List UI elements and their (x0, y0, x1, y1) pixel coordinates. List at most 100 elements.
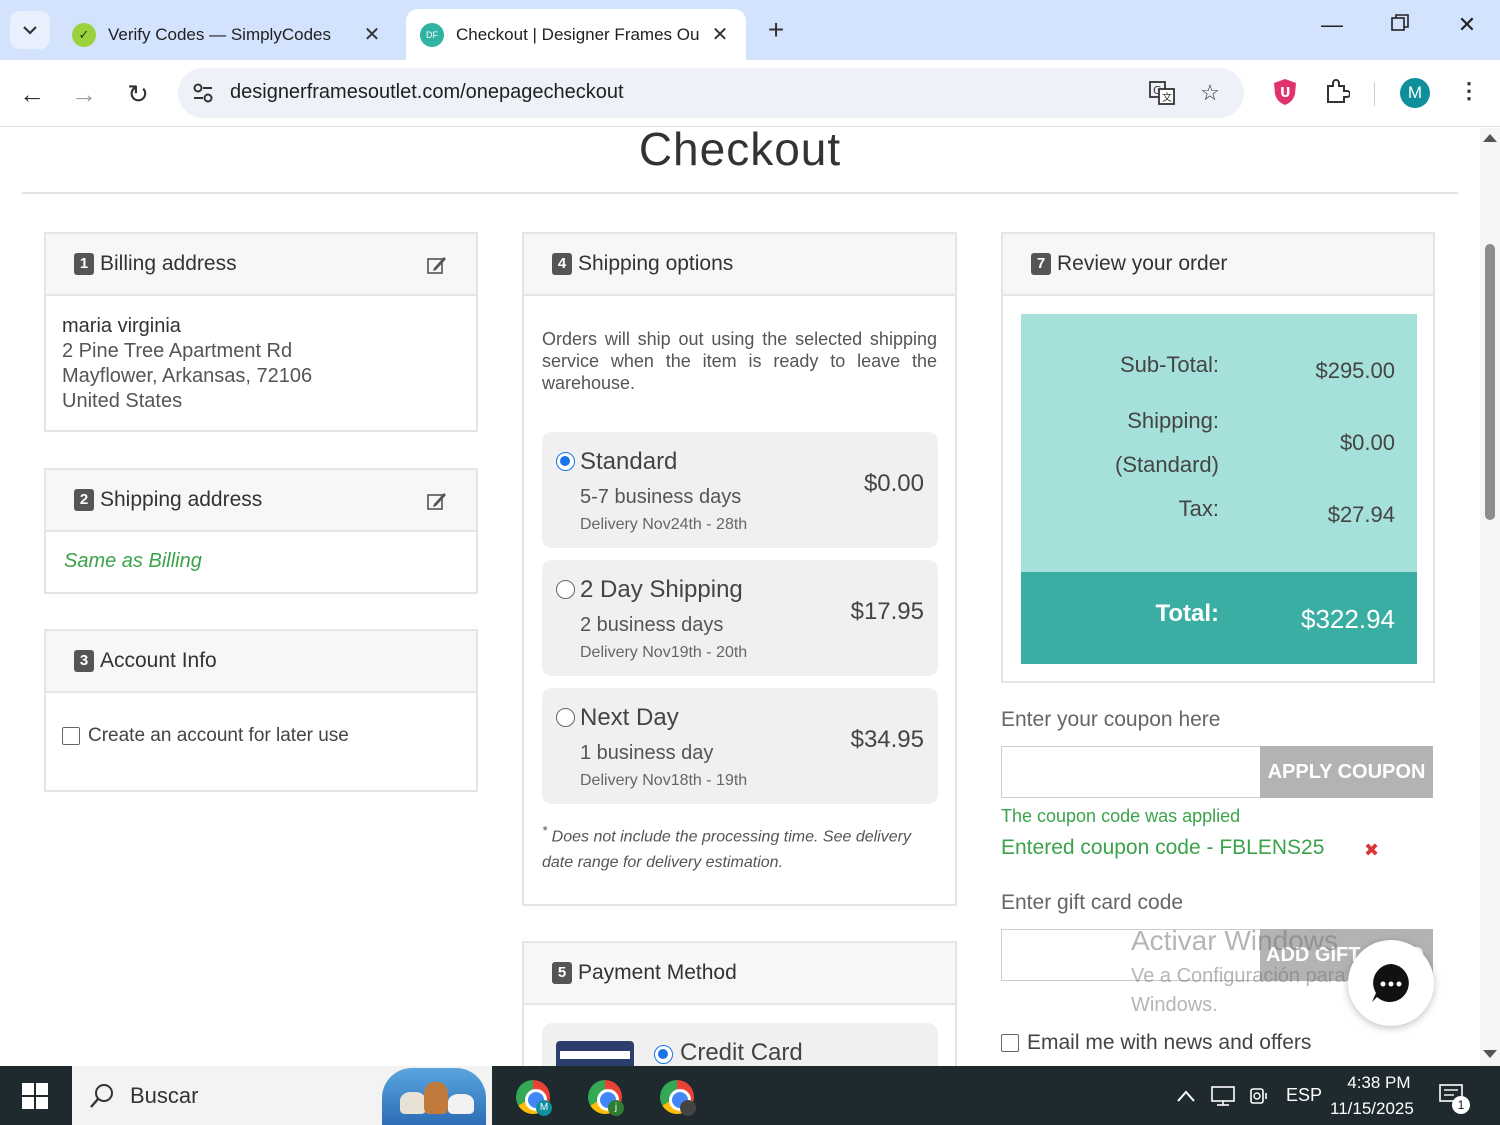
address-line-2: Mayflower, Arkansas, 72106 (62, 365, 313, 387)
panel-header: 4 Shipping options (524, 234, 955, 296)
shipping-option-standard[interactable]: Standard 5-7 business days Delivery Nov2… (542, 432, 938, 548)
shipping-radio[interactable] (556, 580, 575, 599)
panel-heading: Shipping options (578, 252, 734, 275)
back-arrow-icon[interactable]: ← (14, 76, 50, 112)
panel-header: 5 Payment Method (524, 943, 955, 1005)
footnote-star: * (542, 823, 548, 838)
profile-avatar[interactable]: M (1400, 78, 1430, 108)
scroll-up-arrow-icon[interactable] (1483, 134, 1497, 142)
option-delivery: Delivery Nov19th - 20th (580, 644, 748, 661)
url-text[interactable]: designerframesoutlet.com/onepagecheckout (230, 81, 624, 104)
panel-header: 2 Shipping address (46, 470, 476, 532)
taskbar-clock[interactable]: 4:38 PM 11/15/2025 (1330, 1066, 1414, 1125)
svg-text:U: U (1280, 86, 1291, 101)
edit-icon[interactable] (426, 254, 448, 276)
payment-option-credit-card[interactable]: Credit Card (542, 1023, 938, 1066)
tab-verify-codes[interactable]: ✓ Verify Codes — SimplyCodes ✕ (58, 9, 398, 60)
newsletter-row[interactable]: Email me with news and offers (1001, 1031, 1311, 1055)
notifications-icon[interactable]: 1 (1438, 1066, 1470, 1125)
close-tab-icon[interactable]: ✕ (708, 22, 732, 47)
panel-header: 3 Account Info (46, 631, 476, 693)
taskbar-chrome-profile-j[interactable]: j (574, 1072, 636, 1122)
minimize-icon[interactable]: — (1312, 12, 1352, 38)
chat-widget-button[interactable] (1348, 940, 1434, 1026)
total-value: $322.94 (1301, 604, 1395, 634)
close-window-icon[interactable]: ✕ (1447, 12, 1487, 38)
option-delivery: Delivery Nov24th - 28th (580, 516, 748, 533)
newsletter-label[interactable]: Email me with news and offers (1027, 1031, 1311, 1055)
step-number: 1 (74, 253, 94, 275)
browser-toolbar: ← → ↻ designerframesoutlet.com/onepagech… (0, 60, 1500, 127)
option-days: 2 business days (580, 614, 724, 636)
chrome-menu-icon[interactable]: ⋮ (1454, 78, 1484, 108)
scrollbar-thumb[interactable] (1485, 244, 1495, 520)
browser-tab-strip: ✓ Verify Codes — SimplyCodes ✕ DF Checko… (0, 0, 1500, 60)
tab-search-button[interactable] (10, 11, 50, 49)
windows-activation-title: Activar Windows (1131, 925, 1338, 956)
shipping-option-2-day[interactable]: 2 Day Shipping 2 business days Delivery … (542, 560, 938, 676)
site-info-icon[interactable] (190, 80, 216, 106)
payment-method-panel: 5 Payment Method Credit Card (522, 941, 957, 1066)
coupon-input[interactable] (1001, 746, 1263, 798)
edit-icon[interactable] (426, 490, 448, 512)
search-icon (90, 1083, 113, 1108)
shipping-option-next-day[interactable]: Next Day 1 business day Delivery Nov18th… (542, 688, 938, 804)
title-divider (22, 192, 1458, 194)
windows-logo-icon (22, 1082, 48, 1109)
input-language[interactable]: ESP (1286, 1066, 1322, 1125)
profile-badge: j (608, 1100, 624, 1116)
credit-card-icon (556, 1041, 634, 1066)
simplycodes-favicon-icon: ✓ (72, 22, 96, 47)
bookmark-star-icon[interactable]: ☆ (1196, 80, 1224, 108)
newsletter-checkbox[interactable] (1001, 1034, 1019, 1052)
option-price: $34.95 (850, 726, 924, 753)
profile-initial: M (1400, 78, 1430, 108)
network-icon[interactable] (1210, 1066, 1236, 1125)
customer-name: maria virginia (62, 315, 181, 337)
apply-coupon-button[interactable]: APPLY COUPON (1260, 746, 1433, 798)
coupon-applied-message: The coupon code was applied (1001, 806, 1241, 826)
forward-arrow-icon[interactable]: → (66, 76, 102, 112)
payment-option-label: Credit Card (680, 1039, 803, 1066)
extensions-puzzle-icon[interactable] (1322, 78, 1352, 108)
create-account-checkbox[interactable] (62, 727, 80, 745)
scroll-down-arrow-icon[interactable] (1483, 1050, 1497, 1058)
shipping-radio[interactable] (556, 452, 575, 471)
taskbar-chrome-profile-m[interactable]: M (502, 1072, 564, 1122)
panel-heading: Billing address (100, 252, 237, 275)
taskbar-search-box[interactable]: Buscar (72, 1066, 492, 1125)
tab-checkout[interactable]: DF Checkout | Designer Frames Ou ✕ (406, 9, 746, 60)
review-order-panel: 7 Review your order Sub-Total: $295.00 S… (1001, 232, 1435, 683)
new-tab-icon[interactable]: + (760, 14, 792, 46)
remove-coupon-icon[interactable]: ✖ (1364, 840, 1379, 861)
close-tab-icon[interactable]: ✕ (360, 22, 384, 47)
entered-coupon-text: Entered coupon code - FBLENS25 (1001, 836, 1325, 859)
show-hidden-icons-icon[interactable] (1176, 1066, 1196, 1125)
shipping-radio[interactable] (556, 708, 575, 727)
taskbar-chrome-profile-3[interactable] (646, 1072, 708, 1122)
billing-address-panel: 1 Billing address maria virginia 2 Pine … (44, 232, 478, 432)
start-button[interactable] (0, 1066, 70, 1125)
create-account-row[interactable]: Create an account for later use (46, 693, 476, 779)
reload-icon[interactable]: ↻ (120, 76, 156, 112)
billing-address-block: maria virginia 2 Pine Tree Apartment Rd … (46, 296, 476, 432)
clock-time: 4:38 PM (1347, 1072, 1411, 1092)
subtotal-label: Sub-Total: (1119, 352, 1219, 377)
address-line-1: 2 Pine Tree Apartment Rd (62, 340, 293, 362)
panel-heading: Review your order (1057, 252, 1228, 275)
step-number: 5 (552, 962, 572, 984)
page-content: Checkout 1 Billing address maria virgini… (0, 128, 1480, 1066)
payment-radio[interactable] (654, 1045, 673, 1064)
restore-icon[interactable] (1380, 12, 1420, 38)
order-total: Total: $322.94 (1021, 572, 1417, 664)
ublock-extension-icon[interactable]: U (1270, 78, 1300, 108)
search-highlight-image (382, 1068, 486, 1125)
shipping-address-panel: 2 Shipping address Same as Billing (44, 468, 478, 594)
coupon-label: Enter your coupon here (1001, 708, 1221, 731)
address-bar[interactable]: designerframesoutlet.com/onepagecheckout… (178, 68, 1244, 118)
volume-icon[interactable] (1248, 1066, 1270, 1125)
footnote-text: Does not include the processing time. Se… (542, 828, 911, 872)
translate-icon[interactable]: G文 (1148, 80, 1176, 108)
page-scrollbar[interactable] (1480, 128, 1500, 1066)
create-account-label[interactable]: Create an account for later use (88, 725, 349, 747)
